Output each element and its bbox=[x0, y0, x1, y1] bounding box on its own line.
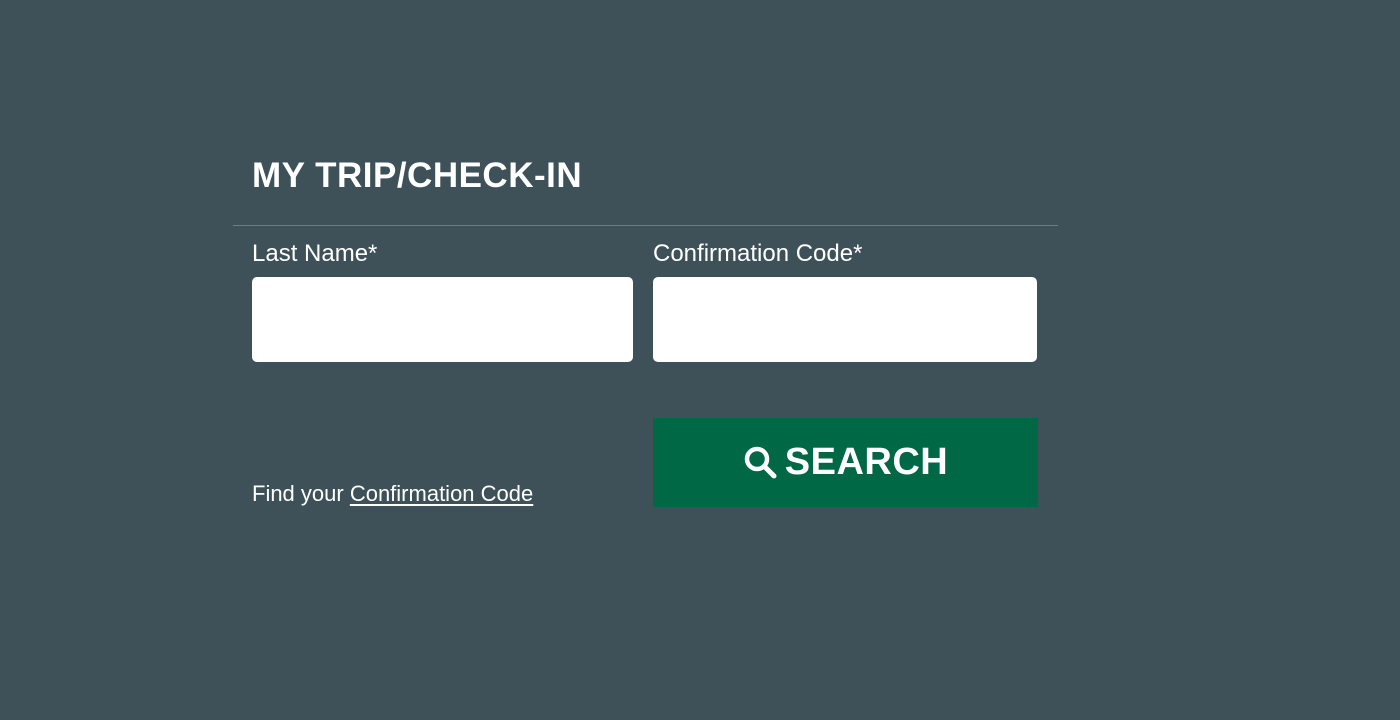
confirmation-code-field-group: Confirmation Code* bbox=[653, 238, 1037, 362]
checkin-panel: MY TRIP/CHECK-IN Last Name* Confirmation… bbox=[233, 148, 1058, 528]
find-confirmation-code-link[interactable]: Confirmation Code bbox=[350, 481, 533, 506]
find-confirmation-help: Find your Confirmation Code bbox=[252, 479, 533, 509]
search-button[interactable]: SEARCH bbox=[653, 418, 1038, 507]
search-icon bbox=[743, 445, 777, 479]
last-name-input[interactable] bbox=[252, 277, 633, 362]
confirmation-code-input[interactable] bbox=[653, 277, 1037, 362]
page-title: MY TRIP/CHECK-IN bbox=[252, 156, 583, 195]
search-button-label: SEARCH bbox=[784, 441, 949, 483]
last-name-field-group: Last Name* bbox=[252, 238, 633, 362]
last-name-label: Last Name* bbox=[252, 240, 378, 267]
title-divider bbox=[233, 225, 1058, 226]
help-prefix: Find your bbox=[252, 481, 350, 506]
confirmation-code-label: Confirmation Code* bbox=[653, 240, 863, 267]
